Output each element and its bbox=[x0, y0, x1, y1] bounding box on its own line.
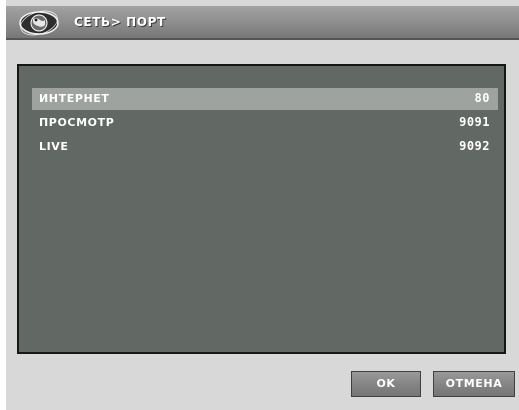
port-label: ПРОСМОТР bbox=[39, 116, 115, 129]
port-label: LIVE bbox=[39, 140, 69, 153]
ok-button[interactable]: OK bbox=[351, 371, 421, 397]
port-row-internet[interactable]: ИНТЕРНЕТ 80 bbox=[32, 88, 498, 110]
port-row-view[interactable]: ПРОСМОТР 9091 bbox=[32, 112, 498, 134]
port-value[interactable]: 80 bbox=[475, 91, 490, 105]
port-settings-panel: ИНТЕРНЕТ 80 ПРОСМОТР 9091 LIVE 9092 bbox=[17, 64, 506, 354]
globe-logo-icon bbox=[19, 10, 59, 36]
port-value[interactable]: 9091 bbox=[459, 115, 490, 129]
port-label: ИНТЕРНЕТ bbox=[39, 92, 110, 105]
dvr-screen: СЕТЬ> ПОРТ ИНТЕРНЕТ 80 ПРОСМОТР 9091 LIV… bbox=[6, 0, 519, 410]
cancel-button[interactable]: ОТМЕНА bbox=[433, 371, 515, 397]
title-bar: СЕТЬ> ПОРТ bbox=[6, 6, 519, 40]
port-value[interactable]: 9092 bbox=[459, 139, 490, 153]
page-title: СЕТЬ> ПОРТ bbox=[74, 15, 166, 29]
port-row-live[interactable]: LIVE 9092 bbox=[32, 136, 498, 158]
